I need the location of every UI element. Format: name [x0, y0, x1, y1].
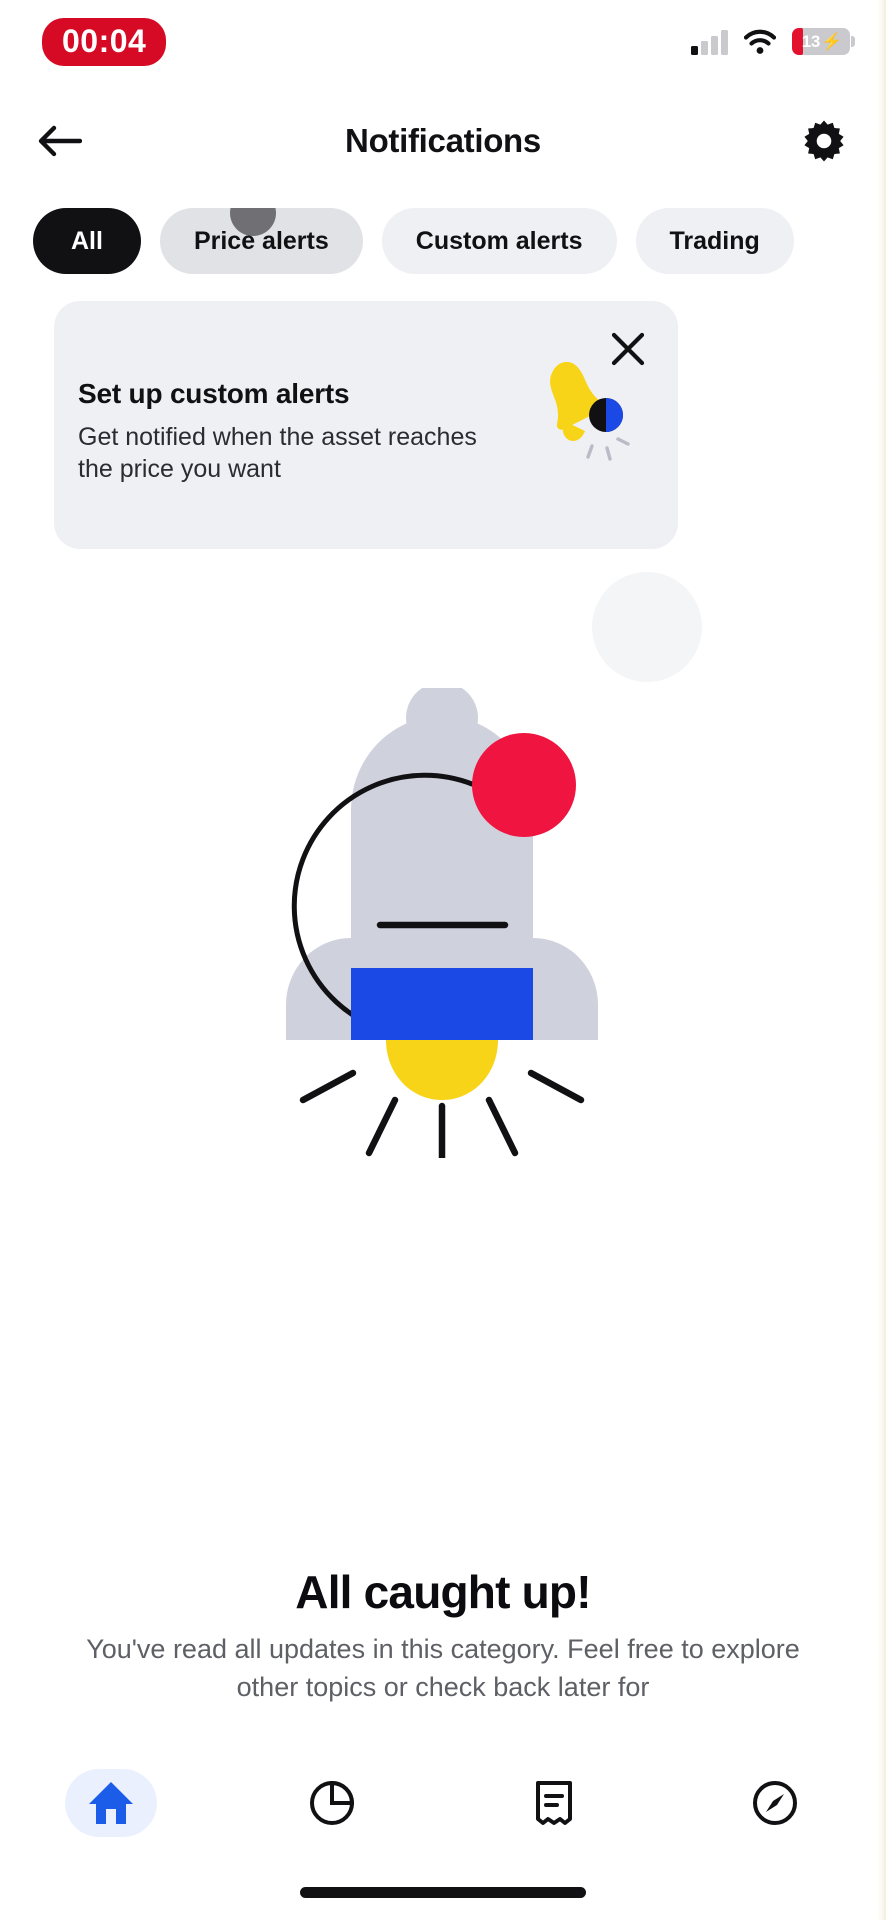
- status-bar: 00:04 13 ⚡: [0, 0, 886, 88]
- empty-state-title: All caught up!: [295, 1566, 591, 1618]
- cellular-signal-icon: [691, 29, 728, 55]
- settings-button[interactable]: [796, 113, 852, 169]
- custom-alerts-banner[interactable]: Set up custom alerts Get notified when t…: [54, 301, 678, 549]
- page-title: Notifications: [345, 122, 541, 159]
- gear-icon: [804, 120, 844, 162]
- bell-illustration-icon: [530, 353, 642, 465]
- banner-title: Set up custom alerts: [78, 378, 350, 409]
- status-bar-time: 00:04: [42, 18, 167, 66]
- receipt-icon: [535, 1781, 572, 1825]
- nav-item-home[interactable]: [0, 1748, 222, 1858]
- tab-trading[interactable]: Trading: [635, 208, 794, 274]
- nav-item-transactions[interactable]: [443, 1748, 665, 1858]
- pie-chart-icon: [310, 1780, 355, 1825]
- home-indicator: [300, 1887, 586, 1898]
- banner-subtitle: Get notified when the asset reaches the …: [78, 423, 477, 483]
- app-screen: 00:04 13 ⚡ Notifications All Price alert…: [0, 0, 886, 1920]
- tab-price-alerts[interactable]: Price alerts: [159, 208, 363, 274]
- tab-label: All: [71, 226, 103, 255]
- arrow-left-icon: [38, 125, 82, 157]
- tab-label: Trading: [669, 226, 760, 255]
- screen-edge: [877, 0, 886, 1920]
- battery-level-label: 13: [801, 31, 821, 51]
- nav-item-explore[interactable]: [665, 1748, 886, 1858]
- decorative-circle: [592, 572, 702, 682]
- tab-label: Custom alerts: [415, 226, 583, 255]
- battery-icon: 13 ⚡: [792, 28, 855, 55]
- tab-custom-alerts[interactable]: Custom alerts: [381, 208, 617, 274]
- rocket-illustration-icon: [183, 682, 703, 1170]
- category-tabs[interactable]: All Price alerts Custom alerts Trading: [0, 208, 886, 274]
- tab-all[interactable]: All: [33, 208, 141, 274]
- status-bar-icons: 13 ⚡: [691, 28, 855, 55]
- back-button[interactable]: [32, 113, 88, 169]
- wifi-icon: [743, 29, 777, 55]
- compass-icon: [753, 1781, 798, 1825]
- nav-item-portfolio[interactable]: [222, 1748, 444, 1858]
- empty-state-description: You've read all updates in this category…: [86, 1634, 800, 1703]
- app-header: Notifications: [0, 105, 886, 177]
- home-icon: [88, 1782, 133, 1824]
- battery-charging-icon: ⚡: [821, 31, 843, 51]
- bottom-navigation: [0, 1748, 886, 1858]
